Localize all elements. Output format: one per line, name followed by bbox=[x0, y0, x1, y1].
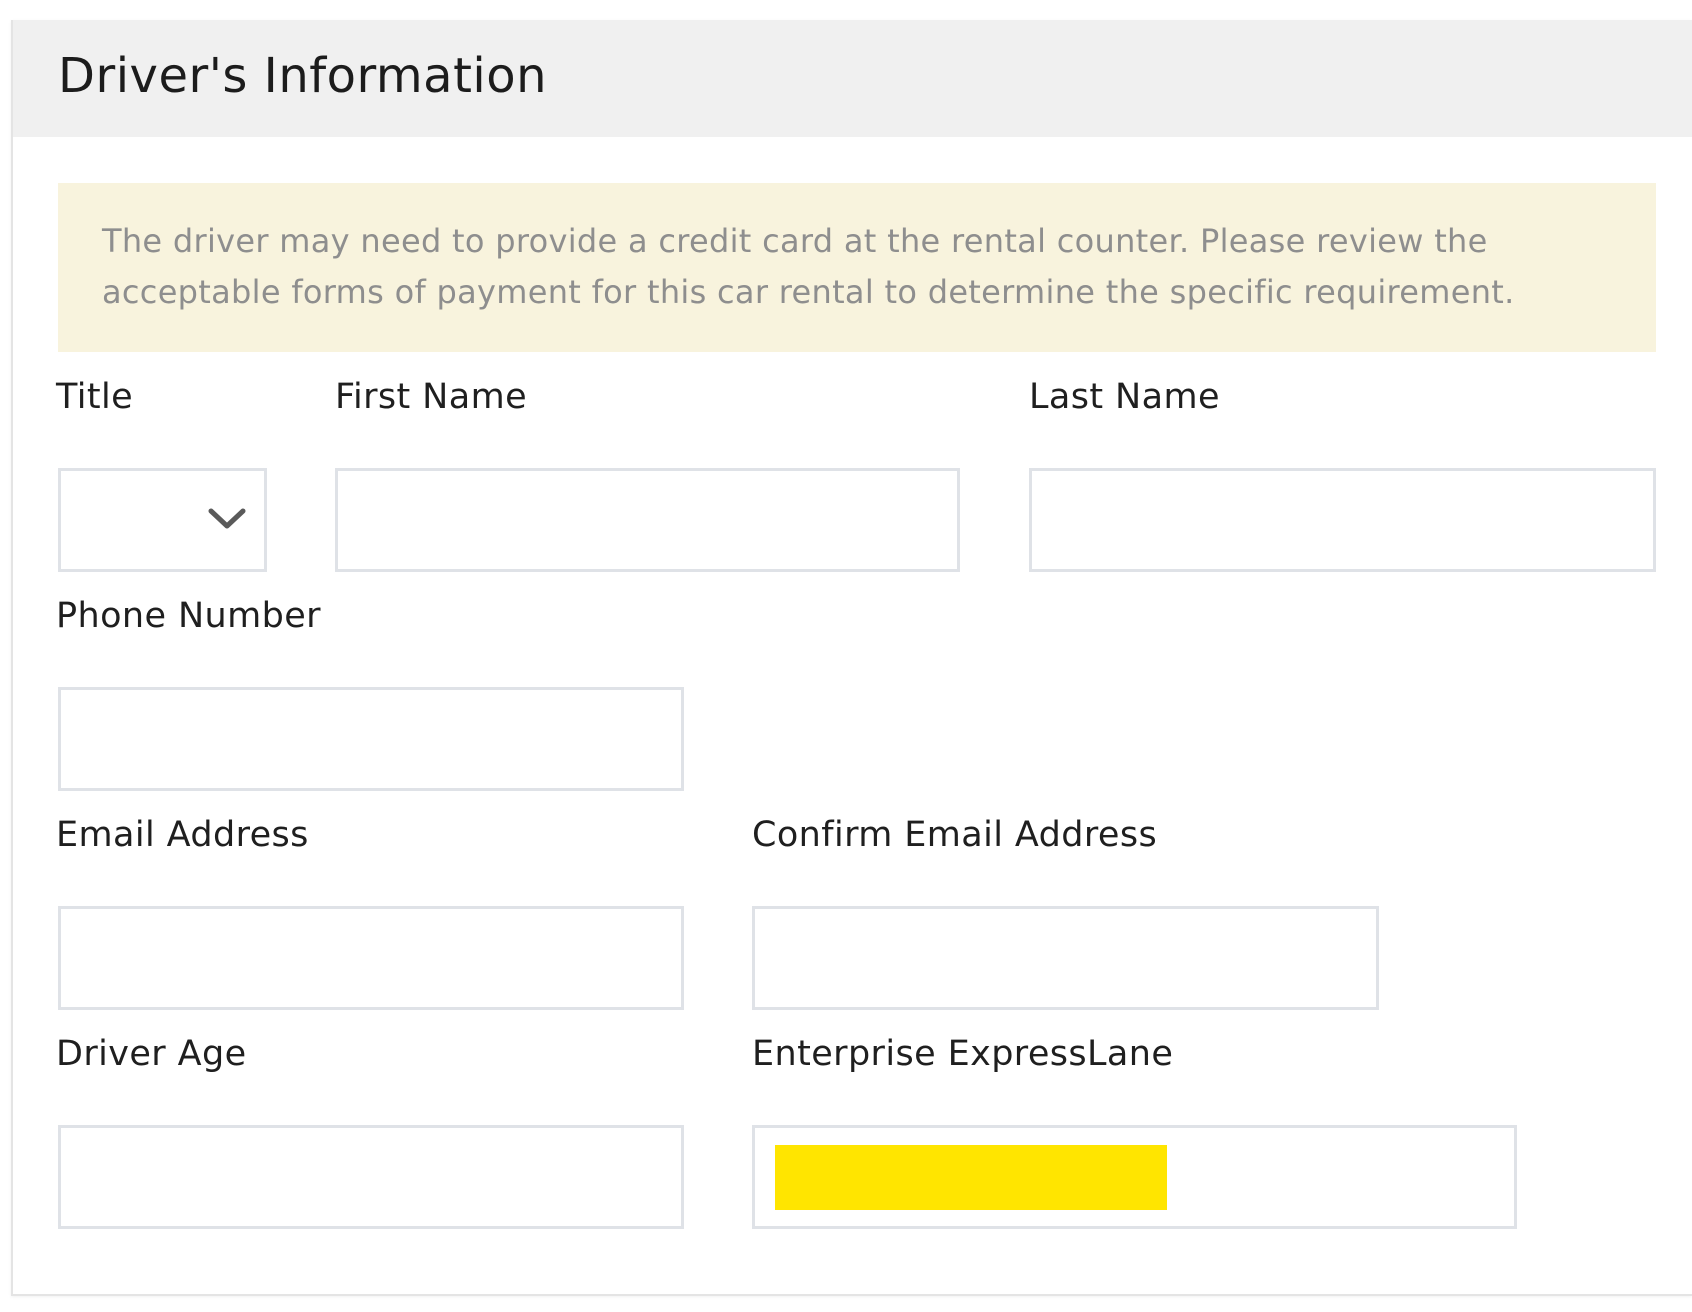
title-label: Title bbox=[56, 377, 134, 417]
first-name-input[interactable] bbox=[338, 471, 957, 569]
title-select[interactable] bbox=[58, 468, 267, 572]
email-address-input[interactable] bbox=[61, 909, 681, 1007]
page-title: Driver's Information bbox=[58, 48, 548, 104]
expresslane-field[interactable] bbox=[752, 1125, 1517, 1229]
chevron-down-icon bbox=[208, 508, 246, 529]
first-name-field[interactable] bbox=[335, 468, 960, 572]
confirm-email-address-field[interactable] bbox=[752, 906, 1379, 1010]
redaction-highlight bbox=[775, 1145, 1167, 1210]
driver-age-label: Driver Age bbox=[56, 1034, 247, 1074]
panel-header: Driver's Information bbox=[13, 20, 1692, 137]
last-name-field[interactable] bbox=[1029, 468, 1656, 572]
expresslane-label: Enterprise ExpressLane bbox=[752, 1034, 1174, 1074]
drivers-information-panel: Driver's Information The driver may need… bbox=[11, 20, 1692, 1296]
phone-number-field[interactable] bbox=[58, 687, 684, 791]
confirm-email-address-input[interactable] bbox=[755, 909, 1376, 1007]
first-name-label: First Name bbox=[335, 377, 528, 417]
phone-number-input[interactable] bbox=[61, 690, 681, 788]
last-name-input[interactable] bbox=[1032, 471, 1653, 569]
last-name-label: Last Name bbox=[1029, 377, 1220, 417]
confirm-email-address-label: Confirm Email Address bbox=[752, 815, 1158, 855]
email-address-field[interactable] bbox=[58, 906, 684, 1010]
driver-age-input[interactable] bbox=[61, 1128, 681, 1226]
driver-age-field[interactable] bbox=[58, 1125, 684, 1229]
payment-notice-text: The driver may need to provide a credit … bbox=[102, 222, 1515, 311]
payment-notice: The driver may need to provide a credit … bbox=[58, 183, 1656, 352]
phone-number-label: Phone Number bbox=[56, 596, 321, 636]
email-address-label: Email Address bbox=[56, 815, 309, 855]
